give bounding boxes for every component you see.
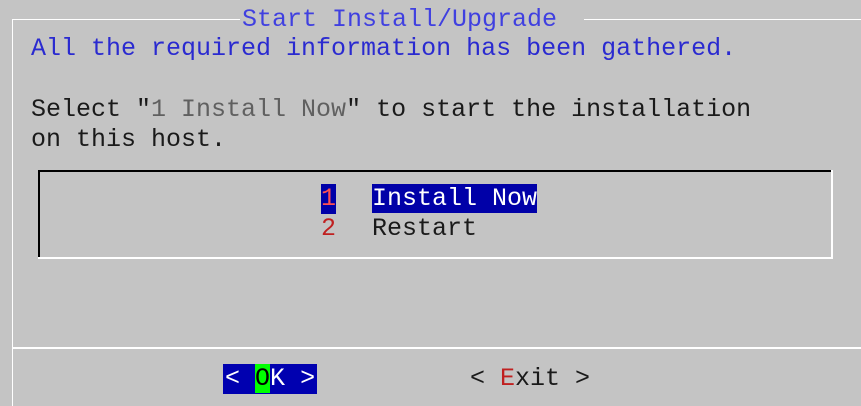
frame-border — [12, 19, 240, 20]
menu-item-tag: 2 — [321, 214, 337, 243]
install-dialog: Start Install/Upgrade All the required i… — [0, 0, 861, 406]
exit-button[interactable]: < Exit > — [470, 364, 590, 394]
menu-item-tag: 1 — [321, 184, 337, 214]
frame-border — [584, 19, 861, 20]
exit-label-rest: xit — [515, 364, 561, 393]
ok-bracket-left: < — [225, 364, 241, 393]
ok-hotkey: O — [255, 364, 271, 393]
message-select: Select "1 Install Now" to start the inst… — [31, 95, 751, 125]
message-host: on this host. — [31, 125, 227, 154]
menu-item-install-now[interactable]: 1 Install Now — [321, 184, 538, 214]
menu-border — [38, 170, 833, 172]
menu-border — [831, 170, 833, 259]
exit-bracket-left: < — [470, 364, 501, 393]
menu-border — [38, 257, 833, 259]
menu-list: 1 Install Now 2 Restart — [38, 170, 833, 259]
exit-bracket-right: > — [560, 364, 591, 393]
menu-item-label: Restart — [372, 214, 478, 243]
button-separator — [12, 347, 861, 349]
ok-label-rest: K — [270, 364, 301, 393]
dialog-title: Start Install/Upgrade — [242, 5, 558, 34]
menu-border — [38, 170, 40, 259]
message-select-prefix: Select " — [31, 95, 152, 124]
exit-hotkey: E — [500, 364, 516, 393]
message-select-suffix: " to start the installation — [346, 95, 752, 124]
menu-item-restart[interactable]: 2 Restart — [321, 214, 477, 244]
ok-button[interactable]: < OK > — [223, 364, 318, 394]
ok-bracket-right: > — [300, 364, 316, 393]
message-gathered: All the required information has been ga… — [31, 34, 737, 63]
menu-item-label: Install Now — [372, 184, 538, 213]
message-select-option: 1 Install Now — [151, 95, 347, 124]
ok-spacer — [240, 364, 255, 393]
